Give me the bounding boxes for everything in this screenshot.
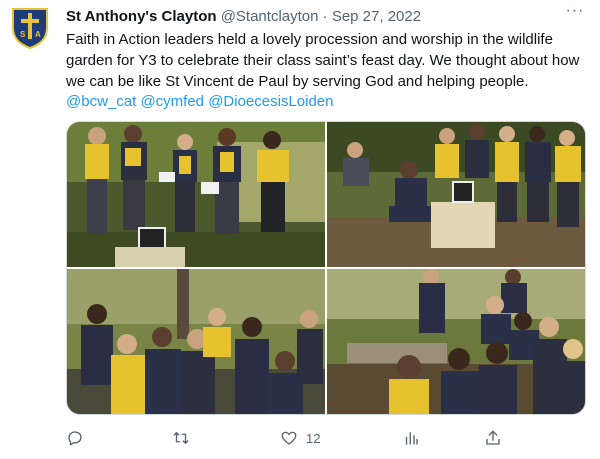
- svg-text:A: A: [35, 30, 41, 39]
- mention-link[interactable]: @DioecesisLoiden: [208, 93, 333, 110]
- tweet-date[interactable]: Sep 27, 2022: [332, 8, 421, 25]
- retweet-icon: [173, 432, 189, 444]
- separator-dot: ·: [322, 8, 328, 25]
- photo-1[interactable]: [67, 122, 325, 267]
- heart-icon: [281, 431, 297, 445]
- tweet-header: St Anthony's Clayton @Stantclayton · Sep…: [66, 7, 566, 27]
- photo-2[interactable]: [327, 122, 585, 267]
- retweet-button[interactable]: [172, 426, 190, 450]
- like-count: 12: [306, 430, 321, 446]
- reply-icon: [68, 431, 82, 446]
- mention-link[interactable]: @cymfed: [140, 93, 204, 110]
- mentions: @bcw_cat @cymfed @DioecesisLoiden: [66, 91, 333, 112]
- reply-button[interactable]: [66, 426, 84, 450]
- like-button[interactable]: 12: [280, 426, 320, 450]
- tweet-actions: 12: [66, 426, 586, 450]
- svg-text:S: S: [20, 30, 26, 39]
- tweet-text: Faith in Action leaders held a lovely pr…: [66, 31, 580, 90]
- avatar[interactable]: S A: [10, 6, 50, 50]
- media-grid: [66, 121, 586, 415]
- mention-link[interactable]: @bcw_cat: [66, 93, 136, 110]
- photo-4[interactable]: [327, 269, 585, 414]
- share-icon: [486, 430, 500, 445]
- photo-3[interactable]: [67, 269, 325, 414]
- school-crest-icon: S A: [12, 8, 48, 50]
- share-button[interactable]: [484, 426, 502, 450]
- views-button[interactable]: [402, 426, 420, 450]
- author-handle[interactable]: @Stantclayton: [221, 8, 319, 25]
- views-icon: [405, 432, 418, 445]
- more-options-icon[interactable]: ···: [564, 3, 586, 21]
- author-name[interactable]: St Anthony's Clayton: [66, 8, 217, 25]
